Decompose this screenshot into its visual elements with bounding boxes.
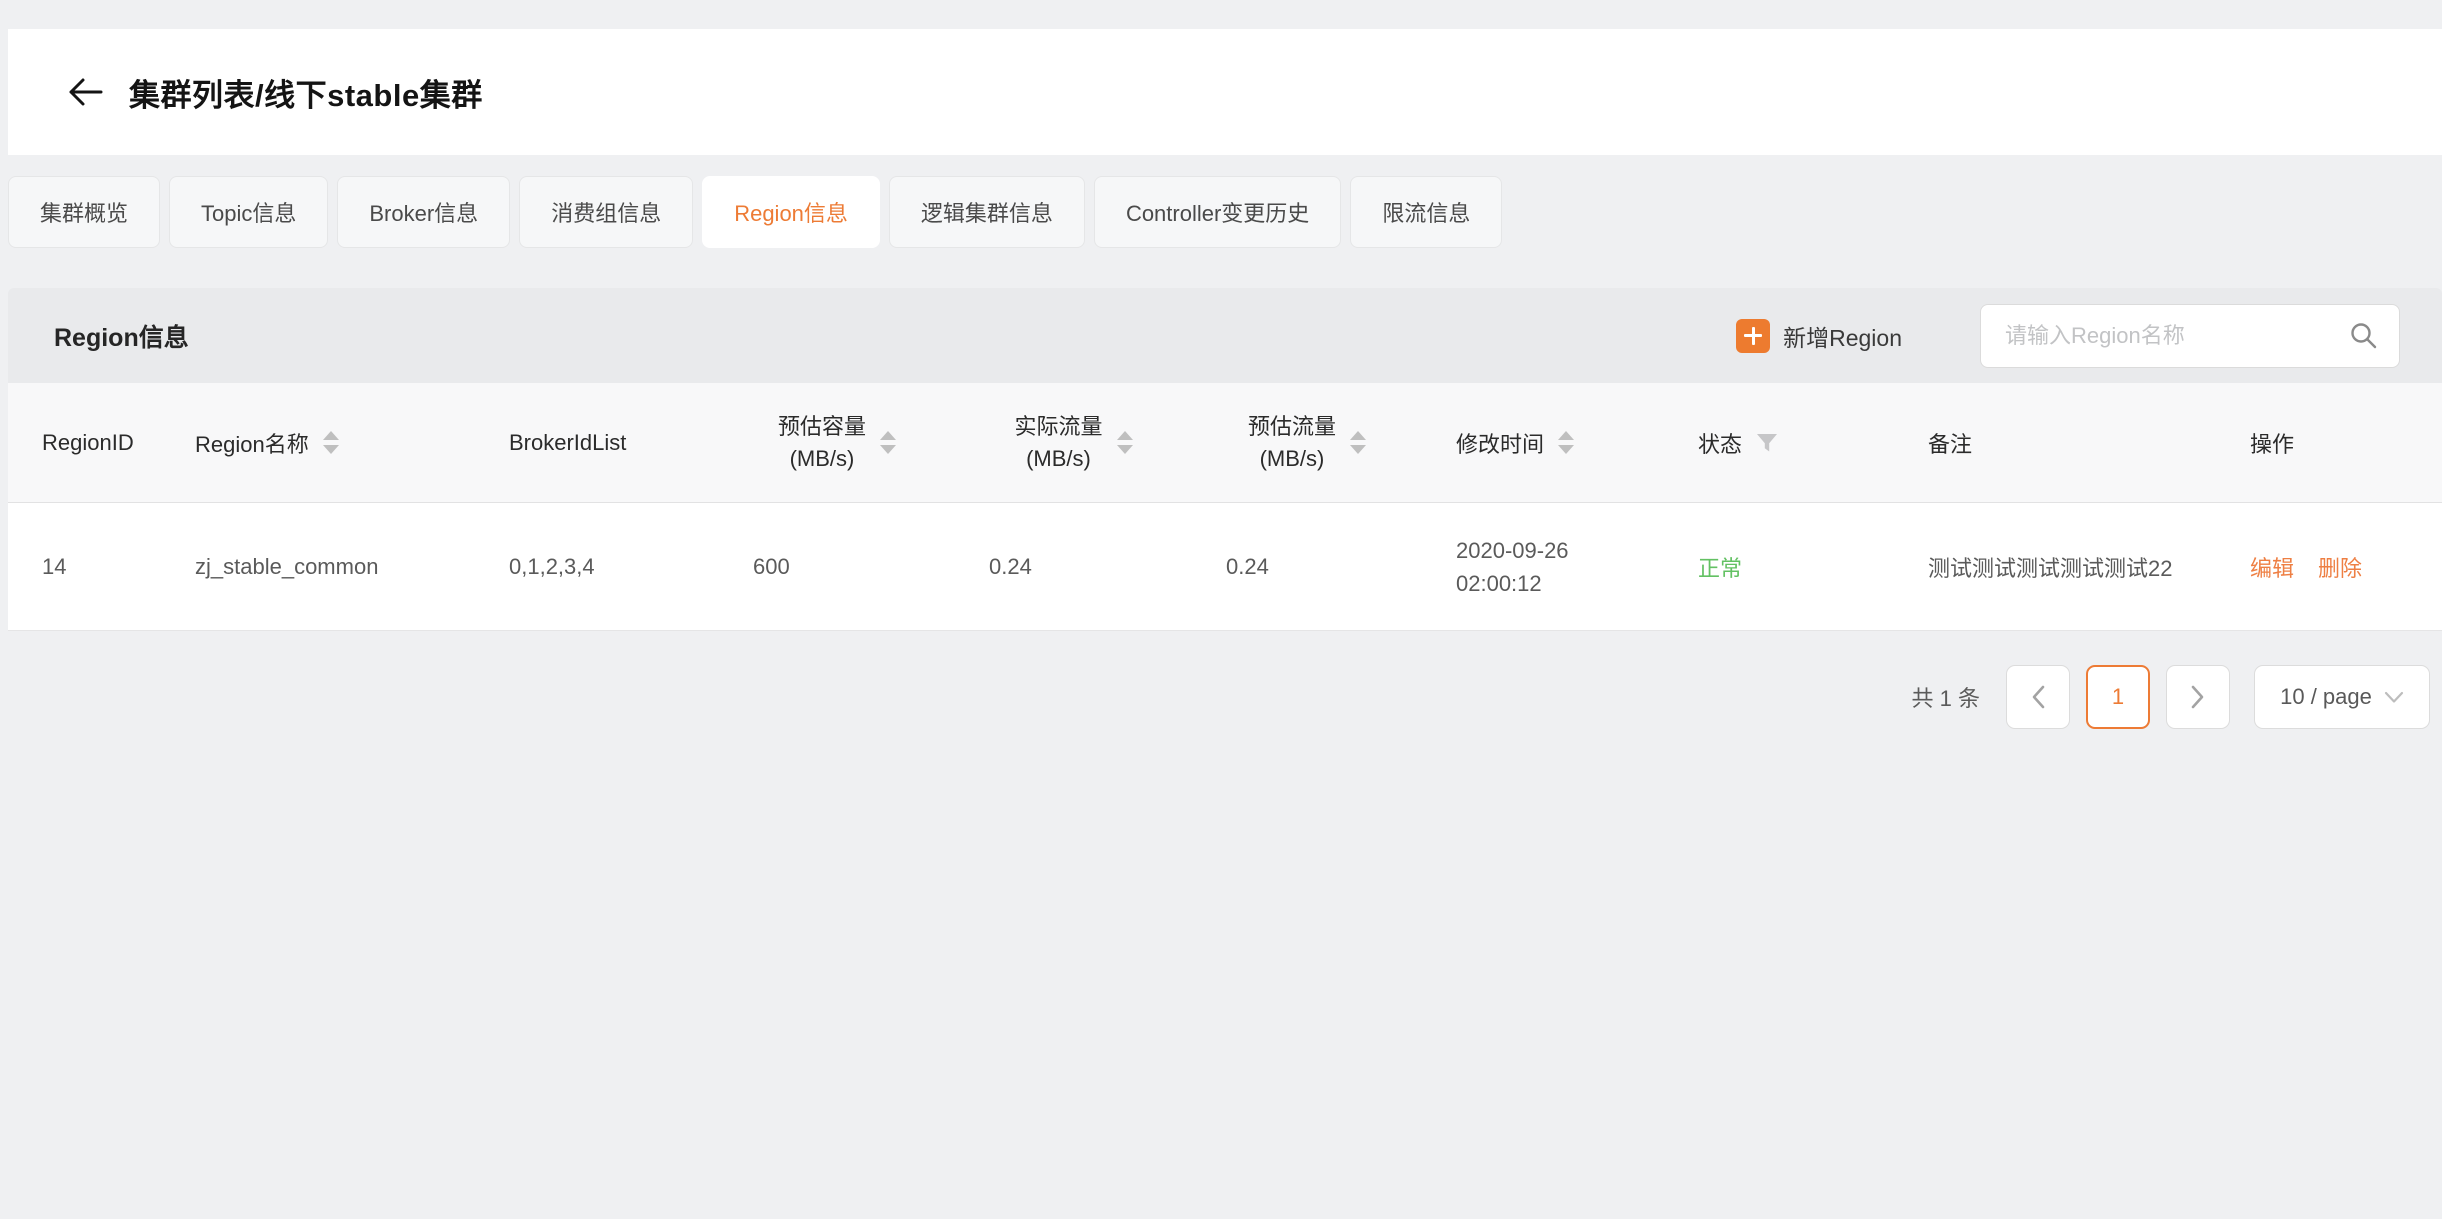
col-header-estimated-capacity[interactable]: 预估容量(MB/s) — [719, 383, 955, 502]
sort-icon[interactable] — [880, 431, 896, 454]
col-header-region-name[interactable]: Region名称 — [161, 383, 475, 502]
col-header-region-id: RegionID — [8, 383, 161, 502]
page-header: 集群列表/线下stable集群 — [8, 29, 2442, 155]
edit-link[interactable]: 编辑 — [2250, 551, 2294, 583]
region-info-card: Region信息 新增Region RegionID Region名称 Brok… — [8, 288, 2442, 631]
chevron-right-icon — [2189, 684, 2207, 710]
plus-icon — [1736, 319, 1770, 353]
section-title: Region信息 — [54, 318, 189, 354]
chevron-down-icon — [2384, 691, 2404, 704]
card-header: Region信息 新增Region — [8, 288, 2442, 383]
add-region-label: 新增Region — [1783, 319, 1902, 353]
col-header-actions: 操作 — [2216, 383, 2442, 502]
back-arrow-icon[interactable] — [63, 70, 107, 114]
sort-icon[interactable] — [1350, 431, 1366, 454]
cell-actual-flow: 0.24 — [955, 503, 1192, 630]
cell-estimated-flow: 0.24 — [1192, 503, 1422, 630]
col-header-broker-id-list: BrokerIdList — [475, 383, 719, 502]
page-size-select[interactable]: 10 / page — [2254, 665, 2430, 729]
tab-logical-cluster-info[interactable]: 逻辑集群信息 — [889, 176, 1085, 248]
cell-actions: 编辑 删除 — [2216, 503, 2442, 630]
tab-controller-history[interactable]: Controller变更历史 — [1094, 176, 1341, 248]
chevron-left-icon — [2029, 684, 2047, 710]
cell-region-id: 14 — [8, 503, 161, 630]
tab-region-info[interactable]: Region信息 — [702, 176, 880, 248]
sort-icon[interactable] — [1558, 431, 1574, 454]
col-header-actual-flow[interactable]: 实际流量(MB/s) — [955, 383, 1192, 502]
col-header-remark: 备注 — [1894, 383, 2216, 502]
cell-status: 正常 — [1664, 503, 1894, 630]
table-row: 14 zj_stable_common 0,1,2,3,4 600 0.24 0… — [8, 503, 2442, 631]
table-header-row: RegionID Region名称 BrokerIdList 预估容量(MB/s… — [8, 383, 2442, 503]
tab-topic-info[interactable]: Topic信息 — [169, 176, 328, 248]
cell-estimated-capacity: 600 — [719, 503, 955, 630]
region-search-input[interactable] — [2005, 323, 2349, 349]
delete-link[interactable]: 删除 — [2318, 551, 2362, 583]
prev-page-button[interactable] — [2006, 665, 2070, 729]
tab-broker-info[interactable]: Broker信息 — [337, 176, 510, 248]
cell-broker-id-list: 0,1,2,3,4 — [475, 503, 719, 630]
page-button-1[interactable]: 1 — [2086, 665, 2150, 729]
pagination-total: 共 1 条 — [1912, 681, 1980, 713]
status-badge: 正常 — [1698, 551, 1742, 583]
page-title: 集群列表/线下stable集群 — [129, 70, 483, 115]
tab-throttle-info[interactable]: 限流信息 — [1350, 176, 1502, 248]
search-icon[interactable] — [2349, 321, 2379, 351]
col-header-modified-time[interactable]: 修改时间 — [1422, 383, 1664, 502]
page-size-label: 10 / page — [2280, 684, 2372, 710]
cell-region-name: zj_stable_common — [161, 503, 475, 630]
col-header-estimated-flow[interactable]: 预估流量(MB/s) — [1192, 383, 1422, 502]
filter-icon[interactable] — [1756, 433, 1778, 453]
cell-remark: 测试测试测试测试测试22 — [1894, 503, 2216, 630]
tab-consumer-group-info[interactable]: 消费组信息 — [519, 176, 693, 248]
sort-icon[interactable] — [1117, 431, 1133, 454]
tab-cluster-overview[interactable]: 集群概览 — [8, 176, 160, 248]
add-region-button[interactable]: 新增Region — [1736, 319, 1902, 353]
sort-icon[interactable] — [323, 431, 339, 454]
pagination: 共 1 条 1 10 / page — [0, 665, 2430, 729]
cell-modified-time: 2020-09-2602:00:12 — [1422, 503, 1664, 630]
tab-bar: 集群概览 Topic信息 Broker信息 消费组信息 Region信息 逻辑集… — [8, 176, 2442, 248]
region-search-box — [1980, 304, 2400, 368]
next-page-button[interactable] — [2166, 665, 2230, 729]
col-header-status[interactable]: 状态 — [1664, 383, 1894, 502]
